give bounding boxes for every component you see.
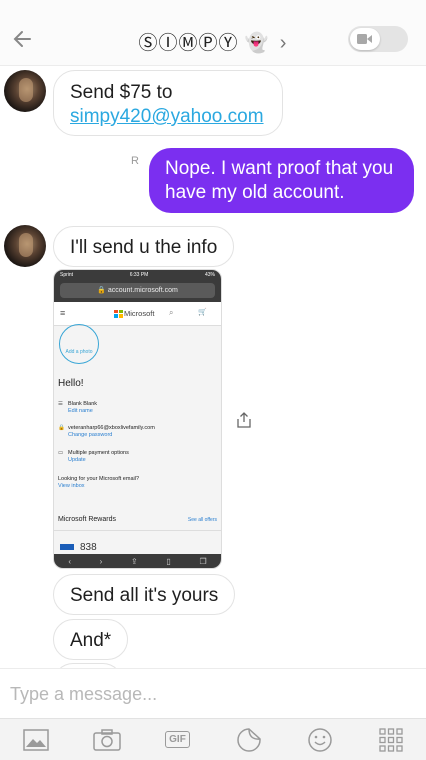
message-text: Send $75 to: [70, 82, 173, 103]
contact-name: ⓈⒾⓂⓅⓎ 👻: [138, 33, 270, 54]
read-receipt-icon: R: [131, 155, 139, 167]
battery: 43%: [204, 272, 215, 278]
video-camera-icon: [357, 34, 372, 44]
browser-toolbar: ‹ › ⇪ ▯ ❐: [54, 554, 221, 568]
rewards-icon: [60, 544, 74, 550]
emoji-button[interactable]: [306, 727, 334, 753]
video-call-toggle[interactable]: [348, 26, 408, 52]
edit-name-link: Edit name: [68, 408, 93, 414]
camera-button[interactable]: [92, 727, 121, 753]
attachment-toolbar: GIF: [0, 718, 426, 760]
rewards-heading: Microsoft Rewards: [58, 516, 116, 523]
microsoft-nav: ≡ Microsoft ⌕ 🛒: [54, 302, 221, 326]
greeting: Hello!: [58, 378, 84, 389]
message-input[interactable]: [10, 680, 410, 708]
menu-icon: ≡: [60, 308, 66, 318]
account-name: Blank Blank: [68, 401, 98, 407]
microsoft-squares-icon: [114, 309, 123, 318]
message-text: And*: [70, 630, 112, 651]
lock-icon: 🔒: [58, 425, 65, 431]
email-row: 🔒 veteranharp66@xboxlivefamily.com Change…: [58, 425, 155, 439]
more-apps-button[interactable]: [377, 727, 405, 753]
microsoft-logo: Microsoft: [114, 309, 154, 318]
outgoing-message[interactable]: Nope. I want proof that you have my old …: [149, 148, 414, 213]
emoji-icon: [307, 727, 332, 752]
name-icon: ☰: [58, 401, 63, 407]
share-icon: ⇪: [131, 556, 138, 566]
account-email: veteranharp66@xboxlivefamily.com: [68, 425, 155, 431]
see-all-offers-link: See all offers: [187, 517, 217, 523]
bookmarks-icon: ▯: [166, 556, 171, 566]
payment-row: ▭ Multiple payment options Update: [58, 450, 129, 464]
rewards-points: 838: [60, 542, 97, 553]
gallery-button[interactable]: [22, 727, 50, 753]
share-image-icon[interactable]: [235, 411, 253, 429]
brand-name: Microsoft: [124, 309, 155, 318]
chevron-right-icon: ›: [279, 32, 288, 54]
incoming-message[interactable]: Send all it's yours: [53, 574, 236, 615]
add-photo-circle: Add a photo: [59, 324, 99, 364]
forward-icon: ›: [99, 556, 103, 566]
update-link: Update: [68, 457, 86, 463]
message-text: Send all it's yours: [70, 585, 219, 606]
contact-avatar[interactable]: [4, 225, 46, 267]
payment-text: Multiple payment options: [68, 450, 129, 456]
gif-icon: GIF: [165, 731, 190, 748]
image-icon: [22, 728, 49, 751]
sticker-button[interactable]: [235, 727, 263, 753]
conversation-header: ⓈⒾⓂⓅⓎ 👻 ›: [0, 0, 426, 66]
message-text-line: Nope. I want proof that you: [165, 158, 394, 179]
search-icon: ⌕: [169, 308, 174, 317]
change-password-link: Change password: [68, 432, 113, 438]
divider: [54, 530, 221, 531]
sticker-icon: [236, 727, 261, 752]
view-inbox-link: View inbox: [58, 483, 85, 489]
incoming-message[interactable]: Send $75 to simpy420@yahoo.com: [53, 70, 283, 136]
browser-url-bar: 🔒 account.microsoft.com: [54, 280, 221, 302]
email-link[interactable]: simpy420@yahoo.com: [70, 105, 266, 129]
points-value: 838: [80, 542, 97, 553]
message-composer: [0, 668, 426, 718]
phone-time: 6:33 PM: [129, 272, 149, 278]
camera-icon: [92, 728, 121, 751]
back-icon: ‹: [68, 556, 71, 566]
contact-avatar[interactable]: [4, 70, 46, 112]
add-photo-label: Add a photo: [65, 349, 93, 355]
url-text: 🔒 account.microsoft.com: [60, 283, 215, 298]
name-row: ☰ Blank Blank Edit name: [58, 401, 97, 415]
inbox-row: Looking for your Microsoft email? View i…: [58, 476, 139, 490]
incoming-message[interactable]: I'll send u the info: [53, 226, 235, 267]
phone-status-bar: Sprint 6:33 PM 43%: [54, 270, 221, 280]
carrier: Sprint: [60, 272, 74, 278]
message-text-line: have my old account.: [165, 182, 345, 203]
cart-icon: 🛒: [198, 309, 207, 316]
incoming-message[interactable]: And*: [53, 619, 129, 660]
grid-icon: [378, 727, 403, 752]
looking-text: Looking for your Microsoft email?: [58, 476, 140, 482]
message-text: I'll send u the info: [70, 237, 218, 258]
gif-button[interactable]: GIF: [164, 727, 192, 753]
shared-screenshot-image[interactable]: Sprint 6:33 PM 43% 🔒 account.microsoft.c…: [53, 269, 222, 569]
card-icon: ▭: [58, 450, 64, 456]
tabs-icon: ❐: [199, 556, 207, 566]
